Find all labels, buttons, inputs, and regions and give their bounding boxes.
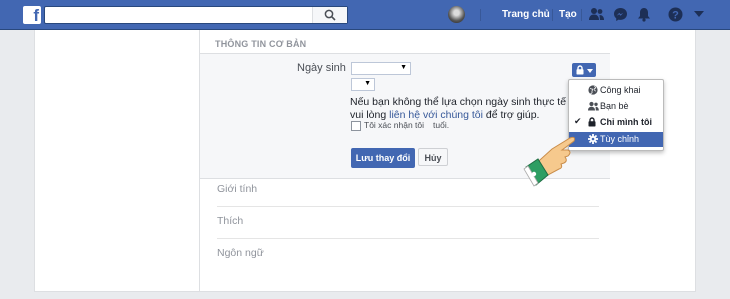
search-box xyxy=(44,6,348,24)
account-menu-chevron-icon[interactable] xyxy=(694,11,704,17)
lock-icon xyxy=(576,65,584,75)
row-divider xyxy=(217,238,599,239)
search-input[interactable] xyxy=(49,8,323,24)
messenger-icon[interactable] xyxy=(613,7,628,22)
privacy-option-label: Công khai xyxy=(600,85,641,95)
save-changes-button[interactable]: Lưu thay đổi xyxy=(351,148,415,168)
birthday-year-select[interactable]: ▼ xyxy=(351,78,375,91)
nav-divider xyxy=(581,9,582,21)
nav-divider xyxy=(480,9,481,21)
search-button[interactable] xyxy=(312,7,347,23)
top-navigation-bar: f Trang chủ Tạo ? xyxy=(0,0,730,30)
lock-icon xyxy=(588,117,596,127)
search-icon xyxy=(324,9,336,21)
about-content-card: THÔNG TIN CƠ BẢN Ngày sinh ▼ ▼ Nếu bạn k… xyxy=(34,30,696,292)
age-confirm-suffix: tuổi. xyxy=(433,120,450,130)
privacy-dropdown-menu: Công khai Bạn bè ✔ Chỉ mình tôi Tùy chỉn… xyxy=(568,79,664,151)
privacy-selector-button[interactable] xyxy=(572,63,596,77)
privacy-option-label: Tùy chỉnh xyxy=(600,134,640,144)
age-confirm-checkbox[interactable] xyxy=(351,121,361,131)
globe-icon xyxy=(588,85,598,95)
section-title: THÔNG TIN CƠ BẢN xyxy=(215,39,307,49)
field-interested-in[interactable]: Thích xyxy=(217,215,243,227)
privacy-option-friends[interactable]: Bạn bè xyxy=(569,99,663,114)
pointing-hand-icon xyxy=(523,136,575,187)
gear-icon xyxy=(588,134,598,144)
friends-icon xyxy=(588,101,599,111)
chevron-down-icon: ▼ xyxy=(364,80,371,87)
birthday-label: Ngày sinh xyxy=(297,62,346,74)
privacy-option-label: Chỉ mình tôi xyxy=(600,117,652,127)
chevron-down-icon xyxy=(587,69,593,73)
row-divider xyxy=(217,206,599,207)
nav-home-link[interactable]: Trang chủ xyxy=(502,9,550,20)
age-confirm-label: Tôi xác nhận tôi xyxy=(364,120,425,130)
field-gender[interactable]: Giới tính xyxy=(217,183,257,195)
birthday-date-select[interactable]: ▼ xyxy=(351,62,411,75)
help-suffix: để trợ giúp. xyxy=(482,109,540,121)
chevron-down-icon: ▼ xyxy=(400,64,407,71)
field-languages[interactable]: Ngôn ngữ xyxy=(217,247,264,259)
privacy-option-custom[interactable]: Tùy chỉnh xyxy=(569,132,663,147)
notifications-bell-icon[interactable] xyxy=(637,7,651,22)
privacy-option-public[interactable]: Công khai xyxy=(569,83,663,98)
privacy-option-label: Bạn bè xyxy=(600,101,629,111)
facebook-logo[interactable]: f xyxy=(23,6,41,25)
nav-divider xyxy=(552,9,553,21)
avatar[interactable] xyxy=(448,6,465,23)
nav-create-link[interactable]: Tạo xyxy=(559,9,577,20)
svg-text:?: ? xyxy=(672,10,679,22)
friend-requests-icon[interactable] xyxy=(589,7,604,21)
checkmark-icon: ✔ xyxy=(574,116,582,126)
privacy-option-only-me[interactable]: ✔ Chỉ mình tôi xyxy=(569,115,663,130)
cancel-button[interactable]: Hủy xyxy=(418,148,448,166)
help-icon[interactable]: ? xyxy=(668,7,683,22)
